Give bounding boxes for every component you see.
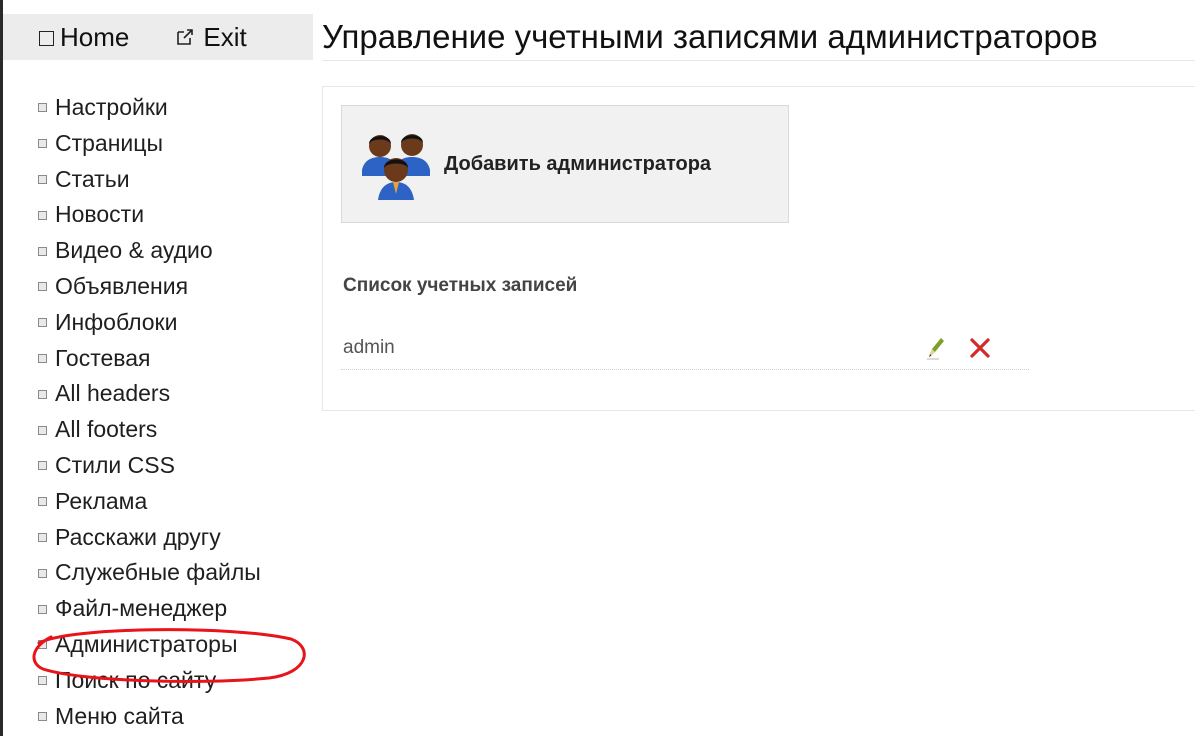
bullet-icon	[38, 711, 47, 721]
sidebar-item-label: Видео & аудио	[55, 237, 213, 264]
sidebar-item-label: Поиск по сайту	[55, 666, 217, 693]
sidebar-item-css-styles[interactable]: Стили CSS	[38, 448, 261, 484]
bullet-icon	[38, 174, 47, 184]
table-row: admin	[341, 329, 1029, 370]
sidebar-item-label: Инфоблоки	[55, 308, 178, 335]
left-border	[0, 0, 3, 736]
external-link-icon	[177, 29, 194, 45]
bullet-icon	[38, 640, 47, 650]
sidebar-item-label: All footers	[55, 416, 158, 443]
sidebar-item-infoblocks[interactable]: Инфоблоки	[38, 305, 261, 341]
exit-label: Exit	[203, 21, 247, 52]
bullet-icon	[38, 353, 47, 363]
sidebar-item-service-files[interactable]: Служебные файлы	[38, 555, 261, 591]
bullet-icon	[38, 676, 47, 686]
exit-link[interactable]: Exit	[175, 21, 247, 53]
page-title: Управление учетными записями администрат…	[322, 18, 1098, 55]
sidebar-item-label: All headers	[55, 380, 171, 407]
bullet-icon	[38, 103, 47, 113]
sidebar-item-settings[interactable]: Настройки	[38, 90, 261, 126]
top-nav: Home Exit	[3, 14, 313, 60]
sidebar-item-all-headers[interactable]: All headers	[38, 376, 261, 412]
bullet-icon	[38, 532, 47, 542]
admins-group-icon	[362, 134, 430, 200]
sidebar-item-label: Страницы	[55, 129, 163, 156]
delete-icon[interactable]	[967, 335, 993, 361]
sidebar-menu: Настройки Страницы Статьи Новости Видео …	[38, 90, 261, 734]
home-label: Home	[60, 21, 130, 52]
sidebar-item-label: Файл-менеджер	[55, 595, 228, 622]
sidebar-item-label: Стили CSS	[55, 451, 175, 478]
sidebar-item-administrators[interactable]: Администраторы	[38, 627, 261, 663]
sidebar-item-label: Расскажи другу	[55, 523, 221, 550]
accounts-list-heading: Список учетных записей	[343, 275, 578, 296]
title-divider	[322, 60, 1195, 61]
sidebar-item-site-menu[interactable]: Меню сайта	[38, 699, 261, 735]
add-administrator-button[interactable]: Добавить администратора	[341, 105, 789, 223]
bullet-icon	[38, 604, 47, 614]
bullet-icon	[38, 318, 47, 328]
sidebar-item-site-search[interactable]: Поиск по сайту	[38, 663, 261, 699]
sidebar-item-guestbook[interactable]: Гостевая	[38, 341, 261, 377]
sidebar-item-label: Служебные файлы	[55, 559, 261, 586]
account-name: admin	[343, 337, 395, 358]
bullet-icon	[38, 425, 47, 435]
add-administrator-label: Добавить администратора	[444, 152, 712, 175]
sidebar-item-advertising[interactable]: Реклама	[38, 484, 261, 520]
bullet-icon	[38, 389, 47, 399]
sidebar-item-label: Администраторы	[55, 630, 238, 657]
sidebar-item-label: Гостевая	[55, 344, 151, 371]
sidebar-item-ads[interactable]: Объявления	[38, 269, 261, 305]
sidebar-item-label: Настройки	[55, 94, 168, 120]
sidebar-item-articles[interactable]: Статьи	[38, 162, 261, 198]
home-icon	[39, 30, 54, 46]
edit-icon[interactable]	[925, 335, 947, 361]
sidebar-item-pages[interactable]: Страницы	[38, 126, 261, 162]
sidebar-item-label: Объявления	[55, 272, 189, 299]
bullet-icon	[38, 139, 47, 149]
bullet-icon	[38, 210, 47, 220]
sidebar-item-news[interactable]: Новости	[38, 197, 261, 233]
sidebar-item-label: Реклама	[55, 487, 148, 514]
bullet-icon	[38, 568, 47, 578]
sidebar-item-label: Новости	[55, 201, 145, 228]
sidebar-item-file-manager[interactable]: Файл-менеджер	[38, 591, 261, 627]
sidebar-item-label: Статьи	[55, 165, 130, 192]
sidebar-item-video-audio[interactable]: Видео & аудио	[38, 233, 261, 269]
sidebar-item-all-footers[interactable]: All footers	[38, 412, 261, 448]
home-link[interactable]: Home	[39, 22, 129, 53]
admin-accounts-panel: Добавить администратора Список учетных з…	[322, 86, 1195, 411]
sidebar-item-label: Меню сайта	[55, 702, 184, 729]
sidebar-item-tell-friend[interactable]: Расскажи другу	[38, 520, 261, 556]
bullet-icon	[38, 282, 47, 292]
bullet-icon	[38, 461, 47, 471]
bullet-icon	[38, 497, 47, 507]
bullet-icon	[38, 246, 47, 256]
